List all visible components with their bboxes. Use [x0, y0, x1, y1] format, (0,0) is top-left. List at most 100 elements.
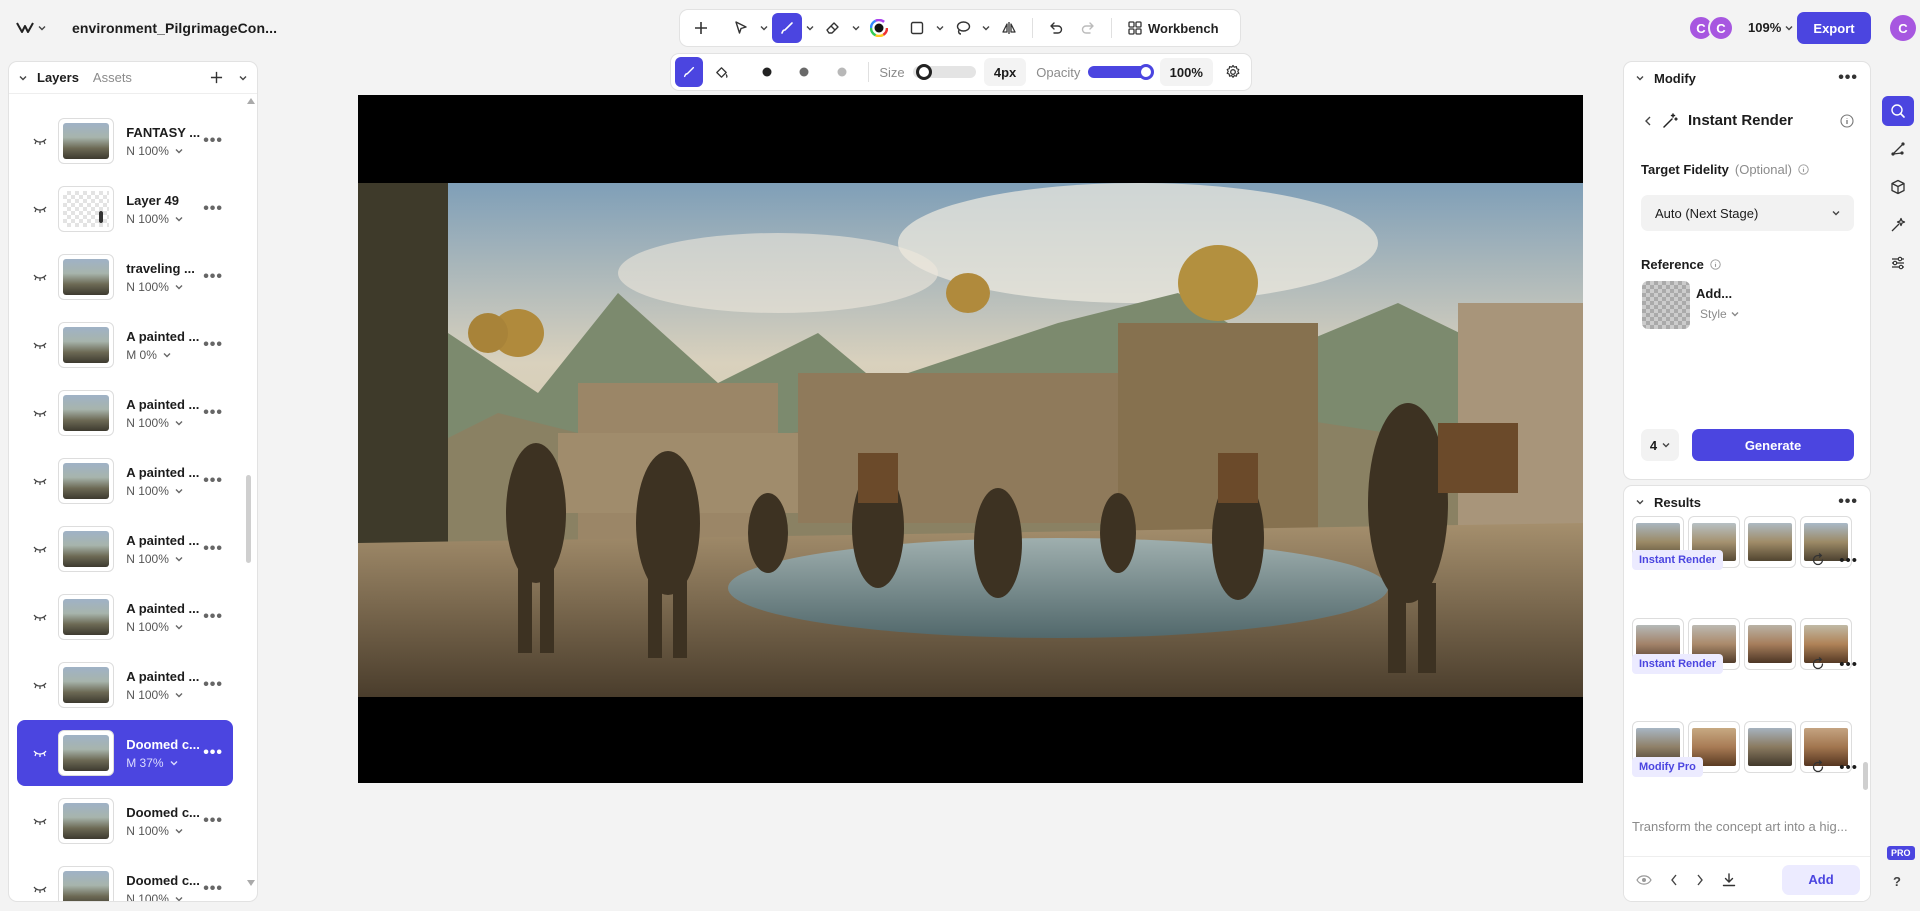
- brush-hardness-hard[interactable]: [750, 57, 783, 87]
- layer-row[interactable]: Doomed c... N 100% •••: [17, 856, 233, 901]
- layer-visibility-toggle[interactable]: [27, 408, 52, 418]
- undo-button[interactable]: [1041, 13, 1071, 43]
- tab-layers[interactable]: Layers: [37, 70, 79, 85]
- layer-row[interactable]: A painted ... M 0% •••: [17, 312, 233, 378]
- brush-hardness-medium[interactable]: [788, 57, 821, 87]
- layers-scrollbar[interactable]: [246, 475, 251, 563]
- user-avatar[interactable]: C: [1890, 15, 1916, 41]
- layer-blend-opacity[interactable]: N 100%: [126, 144, 203, 158]
- pro-badge[interactable]: PRO: [1887, 846, 1915, 860]
- layer-name[interactable]: A painted ...: [126, 397, 203, 412]
- lasso-tool-button[interactable]: [948, 13, 978, 43]
- layer-blend-opacity[interactable]: M 37%: [126, 756, 203, 770]
- size-slider[interactable]: [912, 64, 976, 80]
- layer-more-options-icon[interactable]: •••: [203, 336, 223, 354]
- layer-blend-opacity[interactable]: N 100%: [126, 484, 203, 498]
- regenerate-icon[interactable]: [1811, 760, 1825, 774]
- info-icon[interactable]: [1798, 164, 1809, 175]
- eraser-tool-button[interactable]: [818, 13, 848, 43]
- info-icon[interactable]: [1840, 113, 1854, 128]
- layer-blend-opacity[interactable]: N 100%: [126, 212, 203, 226]
- shape-tool-dropdown[interactable]: [934, 13, 946, 43]
- layer-more-options-icon[interactable]: •••: [203, 132, 223, 150]
- reference-style-select[interactable]: Style: [1700, 307, 1739, 321]
- brush-tool-button[interactable]: [772, 13, 802, 43]
- layer-name[interactable]: A painted ...: [126, 329, 203, 344]
- layer-name[interactable]: Doomed c...: [126, 873, 203, 888]
- chevron-right-icon[interactable]: [1696, 874, 1704, 886]
- layer-more-options-icon[interactable]: •••: [203, 608, 223, 626]
- help-button[interactable]: ?: [1893, 874, 1901, 889]
- chevron-left-icon[interactable]: [1670, 874, 1678, 886]
- layer-row[interactable]: A painted ... N 100% •••: [17, 516, 233, 582]
- layer-row[interactable]: A painted ... N 100% •••: [17, 448, 233, 514]
- output-count-select[interactable]: 4: [1641, 429, 1679, 461]
- layer-more-options-icon[interactable]: •••: [203, 744, 223, 762]
- layer-visibility-toggle[interactable]: [27, 272, 52, 282]
- brush-hardness-soft[interactable]: [825, 57, 858, 87]
- layer-more-options-icon[interactable]: •••: [203, 404, 223, 422]
- target-fidelity-select[interactable]: Auto (Next Stage): [1641, 195, 1854, 231]
- layer-more-options-icon[interactable]: •••: [203, 472, 223, 490]
- size-value[interactable]: 4px: [983, 58, 1027, 86]
- layer-more-options-icon[interactable]: •••: [203, 200, 223, 218]
- brush-settings-button[interactable]: [1219, 57, 1247, 87]
- workbench-button[interactable]: Workbench: [1120, 13, 1227, 43]
- layer-visibility-toggle[interactable]: [27, 884, 52, 894]
- layer-more-options-icon[interactable]: •••: [203, 268, 223, 286]
- layer-blend-opacity[interactable]: N 100%: [126, 620, 203, 634]
- layer-more-options-icon[interactable]: •••: [203, 880, 223, 898]
- regenerate-icon[interactable]: [1811, 553, 1825, 567]
- select-tool-dropdown[interactable]: [758, 13, 770, 43]
- scroll-down-icon[interactable]: [247, 880, 255, 886]
- layer-name[interactable]: A painted ...: [126, 533, 203, 548]
- rail-3d-button[interactable]: [1882, 172, 1914, 202]
- tab-assets[interactable]: Assets: [93, 70, 132, 85]
- layer-name[interactable]: Layer 49: [126, 193, 203, 208]
- layer-visibility-toggle[interactable]: [27, 816, 52, 826]
- layer-blend-opacity[interactable]: N 100%: [126, 892, 203, 901]
- more-options-icon[interactable]: •••: [1839, 552, 1858, 569]
- rail-share-button[interactable]: [1882, 134, 1914, 164]
- layer-name[interactable]: A painted ...: [126, 601, 203, 616]
- fill-bucket-button[interactable]: [707, 57, 735, 87]
- color-picker-button[interactable]: [864, 13, 894, 43]
- layer-visibility-toggle[interactable]: [27, 136, 52, 146]
- layer-name[interactable]: traveling ...: [126, 261, 203, 276]
- layer-blend-opacity[interactable]: N 100%: [126, 280, 203, 294]
- layer-visibility-toggle[interactable]: [27, 544, 52, 554]
- results-scrollbar[interactable]: [1863, 762, 1868, 790]
- layer-name[interactable]: A painted ...: [126, 669, 203, 684]
- layer-visibility-toggle[interactable]: [27, 476, 52, 486]
- info-icon[interactable]: [1710, 259, 1721, 270]
- opacity-slider-handle[interactable]: [1137, 64, 1154, 80]
- chevron-down-icon[interactable]: [239, 74, 247, 82]
- layer-row[interactable]: Doomed c... M 37% •••: [17, 720, 233, 786]
- layer-visibility-toggle[interactable]: [27, 340, 52, 350]
- layer-row[interactable]: A painted ... N 100% •••: [17, 380, 233, 446]
- layer-blend-opacity[interactable]: M 0%: [126, 348, 203, 362]
- plus-icon[interactable]: [210, 71, 223, 84]
- layer-row[interactable]: Doomed c... N 100% •••: [17, 788, 233, 854]
- layer-more-options-icon[interactable]: •••: [203, 812, 223, 830]
- canvas-image[interactable]: [358, 183, 1583, 697]
- layer-blend-opacity[interactable]: N 100%: [126, 688, 203, 702]
- eye-icon[interactable]: [1636, 874, 1652, 886]
- layer-name[interactable]: Doomed c...: [126, 737, 203, 752]
- select-tool-button[interactable]: [726, 13, 756, 43]
- app-menu-button[interactable]: [8, 14, 58, 42]
- chevron-down-icon[interactable]: [1636, 498, 1644, 506]
- back-chevron-icon[interactable]: [1644, 116, 1652, 126]
- layer-blend-opacity[interactable]: N 100%: [126, 416, 203, 430]
- chevron-down-icon[interactable]: [19, 74, 27, 82]
- paint-brush-mode-button[interactable]: [675, 57, 704, 87]
- more-options-icon[interactable]: •••: [1838, 493, 1858, 511]
- add-tool-button[interactable]: [686, 13, 716, 43]
- layer-blend-opacity[interactable]: N 100%: [126, 824, 203, 838]
- opacity-slider[interactable]: [1088, 64, 1154, 80]
- layer-row[interactable]: Layer 49 N 100% •••: [17, 176, 233, 242]
- reference-add-link[interactable]: Add...: [1696, 286, 1732, 301]
- more-options-icon[interactable]: •••: [1838, 69, 1858, 87]
- zoom-control[interactable]: 109%: [1748, 20, 1793, 35]
- layer-row[interactable]: A painted ... N 100% •••: [17, 584, 233, 650]
